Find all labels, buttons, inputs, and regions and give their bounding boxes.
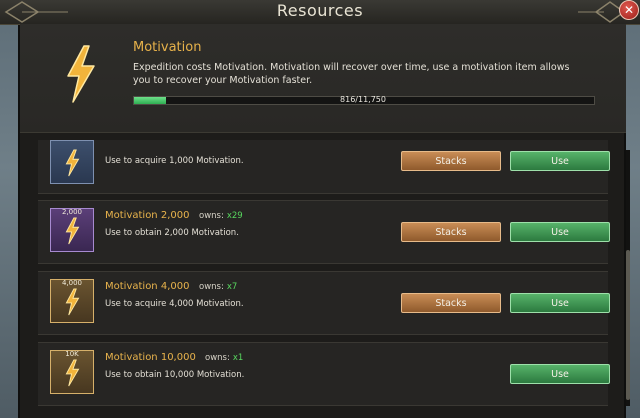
stacks-button[interactable]: Stacks [401,151,501,171]
item-thumbnail[interactable]: 4,000 [50,279,94,323]
lightning-bolt-icon [65,149,80,177]
item-quantity-label: 4,000 [61,279,83,287]
owns-label: owns: x1 [205,353,244,363]
use-button[interactable]: Use [510,293,610,313]
owns-count: x7 [226,282,238,292]
owns-label: owns: x7 [199,282,238,292]
header-description: Expedition costs Motivation. Motivation … [133,62,570,86]
progress-text: 816/11,750 [340,95,386,104]
motivation-header: Motivation Expedition costs Motivation. … [20,24,626,133]
list-item: 10K Motivation 10,000 owns: x1 Use to obt… [38,342,610,406]
window-title: Resources [276,1,364,20]
lightning-bolt-icon [65,359,80,387]
item-name: Motivation 2,000 [105,210,190,221]
item-description: Use to acquire 1,000 Motivation. [105,156,244,166]
list-item: 4,000 Motivation 4,000 owns: x7 Use to ac… [38,271,610,335]
item-description: Use to acquire 4,000 Motivation. [105,299,244,309]
list-item: Use to acquire 1,000 Motivation. Stacks … [38,140,610,194]
list-item: 2,000 Motivation 2,000 owns: x29 Use to o… [38,200,610,264]
item-name: Motivation 4,000 [105,281,190,292]
lightning-bolt-icon [67,45,95,103]
header-title: Motivation [133,40,202,55]
item-list[interactable]: Use to acquire 1,000 Motivation. Stacks … [38,140,618,410]
use-button[interactable]: Use [510,364,610,384]
item-description: Use to obtain 2,000 Motivation. [105,228,239,238]
owns-label: owns: x29 [199,211,243,221]
use-button[interactable]: Use [510,151,610,171]
stacks-button[interactable]: Stacks [401,222,501,242]
scrollbar[interactable] [626,150,630,406]
item-quantity-label: 2,000 [61,208,83,216]
owns-count: x1 [232,353,244,363]
item-description: Use to obtain 10,000 Motivation. [105,370,245,380]
title-bar: Resources ✕ [0,0,640,25]
owns-count: x29 [226,211,243,221]
item-thumbnail[interactable]: 10K [50,350,94,394]
lightning-bolt-icon [65,288,80,316]
lightning-bolt-icon [65,217,80,245]
item-quantity-label: 10K [65,350,79,358]
item-thumbnail[interactable] [50,140,94,184]
use-button[interactable]: Use [510,222,610,242]
item-name: Motivation 10,000 [105,352,196,363]
close-button[interactable]: ✕ [619,0,639,20]
item-thumbnail[interactable]: 2,000 [50,208,94,252]
stacks-button[interactable]: Stacks [401,293,501,313]
scrollbar-thumb[interactable] [626,250,630,400]
close-icon: ✕ [623,3,635,17]
